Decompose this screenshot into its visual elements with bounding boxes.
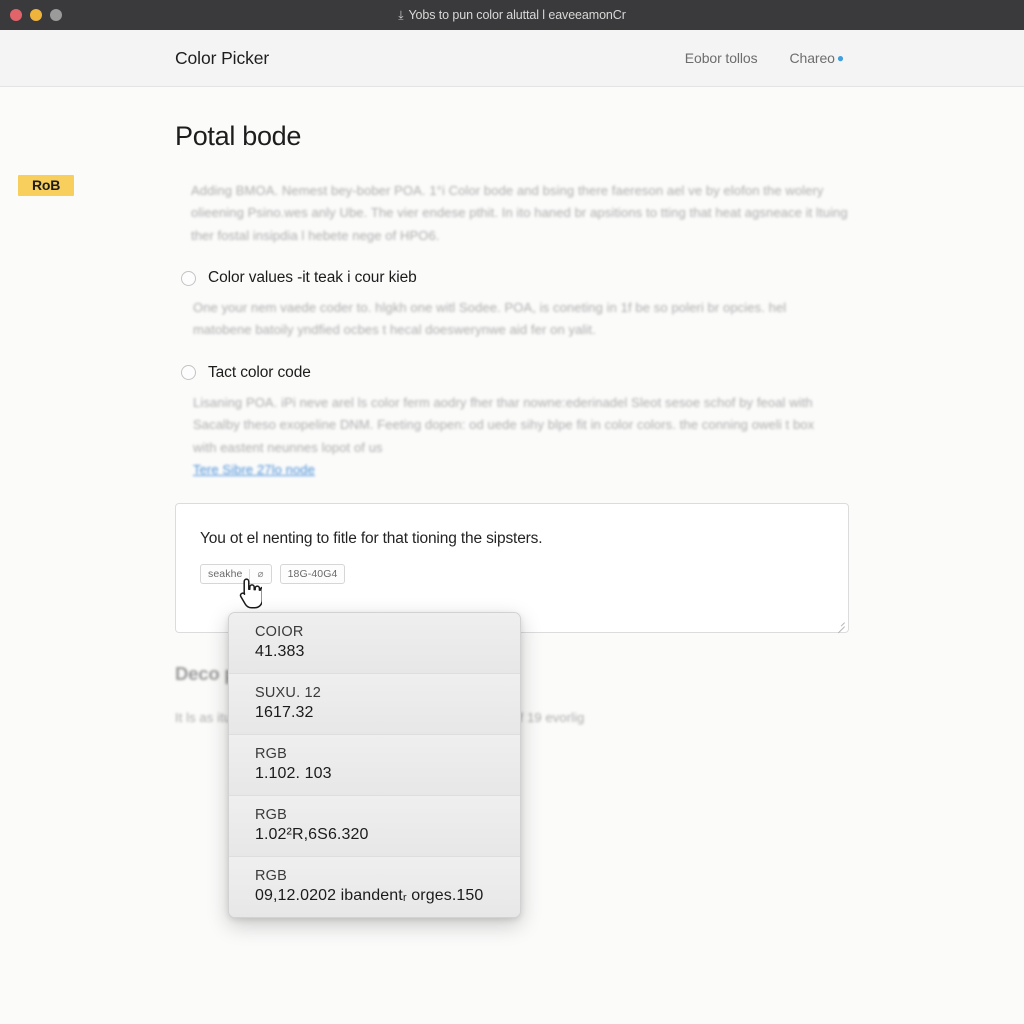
radio-option-tact-color-code[interactable]: Tact color code — [181, 364, 849, 382]
list-item-value: 1617.32 — [255, 704, 314, 721]
window-titlebar: ⤓ Yobs to pun color aluttal l eaveeamonC… — [0, 0, 1024, 30]
inline-link[interactable]: Tere Sibre 27lo node — [193, 462, 315, 477]
list-item-label: RGB — [255, 746, 288, 762]
option-description-link-line: Tere Sibre 27lo node — [193, 459, 833, 481]
download-icon: ⤓ — [398, 7, 404, 22]
option-description-wrapper: One your nem vaede coder to. hlgkh one w… — [193, 297, 833, 342]
list-item[interactable]: RGB 1.02²R,6S6.320 — [229, 796, 520, 857]
list-item[interactable]: RGB 1.102. 103 — [229, 735, 520, 796]
nav-link-label: Eobor tollos — [684, 50, 758, 66]
chip-divider — [249, 568, 251, 580]
list-item[interactable]: COIOR 41.383 — [229, 613, 520, 674]
page-title: Potal bode — [175, 121, 302, 151]
no-entry-icon: ⌀ — [257, 568, 264, 580]
list-item-label: RGB — [255, 868, 288, 884]
window-title: ⤓ Yobs to pun color aluttal l eaveeamonC… — [0, 0, 1024, 30]
list-item[interactable]: SUXU. 12 1617.32 — [229, 674, 520, 735]
highlighted-token-rob[interactable]: RoB — [18, 175, 75, 196]
minimize-window-button[interactable] — [30, 9, 42, 21]
close-window-button[interactable] — [10, 9, 22, 21]
radio-icon[interactable] — [181, 365, 196, 381]
app-header: Color Picker Eobor tollos Chareo ● — [0, 30, 1024, 87]
radio-option-label: Color values -it teak i cour kieb — [208, 269, 417, 287]
list-item-label: RGB — [255, 807, 288, 823]
list-item-value: 41.383 — [255, 643, 305, 660]
radio-option-color-values[interactable]: Color values -it teak i cour kieb — [181, 269, 849, 287]
autocomplete-dropdown[interactable]: COIOR 41.383 SUXU. 12 1617.32 RGB 1.102.… — [228, 612, 521, 918]
option-description-wrapper: Lisaning POA. iPi neve arel ls color fer… — [193, 392, 833, 481]
intro-block: Adding BMOA. Nemest bey-bober POA. 1°i C… — [175, 176, 849, 247]
app-window: ⤓ Yobs to pun color aluttal l eaveeamonC… — [0, 0, 1024, 1024]
chip-label: seakhe — [208, 568, 243, 581]
nav-link-eobor-tollos[interactable]: Eobor tollos — [685, 50, 758, 66]
page-content: Potal bode Adding BMOA. Nemest bey-bober… — [0, 87, 1024, 1023]
chip-label: 18G-40G4 — [287, 568, 338, 581]
list-item-label: SUXU. 12 — [255, 685, 322, 701]
editor-chip-row: seakhe ⌀ 18G-40G4 — [200, 564, 824, 585]
intro-paragraph: Adding BMOA. Nemest bey-bober POA. 1°i C… — [191, 183, 848, 243]
chip-seakhe[interactable]: seakhe ⌀ — [200, 564, 272, 585]
list-item[interactable]: RGB 09,12.0202 ibandentᵣ orges.150 — [229, 857, 520, 917]
header-nav: Eobor tollos Chareo ● — [685, 50, 984, 66]
list-item-value: 1.102. 103 — [255, 765, 332, 782]
chip-code[interactable]: 18G-40G4 — [279, 564, 346, 585]
editor-text: You ot el nenting to fitle for that tion… — [200, 530, 543, 548]
radio-option-label: Tact color code — [208, 363, 311, 381]
textarea-resize-handle[interactable] — [834, 618, 845, 634]
status-badge: ● — [836, 51, 844, 65]
app-title: Color Picker — [175, 47, 270, 68]
window-title-text: Yobs to pun color aluttal l eaveeamonCr — [408, 8, 626, 22]
nav-link-chareo[interactable]: Chareo ● — [789, 50, 845, 66]
option-description: One your nem vaede coder to. hlgkh one w… — [193, 300, 787, 338]
list-item-value: 09,12.0202 ibandentᵣ orges.150 — [255, 887, 484, 904]
option-description: Lisaning POA. iPi neve arel ls color fer… — [193, 394, 815, 455]
radio-icon[interactable] — [181, 270, 196, 286]
traffic-light-group — [10, 9, 62, 21]
list-item-label: COIOR — [255, 624, 304, 640]
nav-link-label: Chareo — [789, 50, 835, 66]
zoom-window-button[interactable] — [50, 9, 62, 21]
list-item-value: 1.02²R,6S6.320 — [255, 826, 369, 843]
